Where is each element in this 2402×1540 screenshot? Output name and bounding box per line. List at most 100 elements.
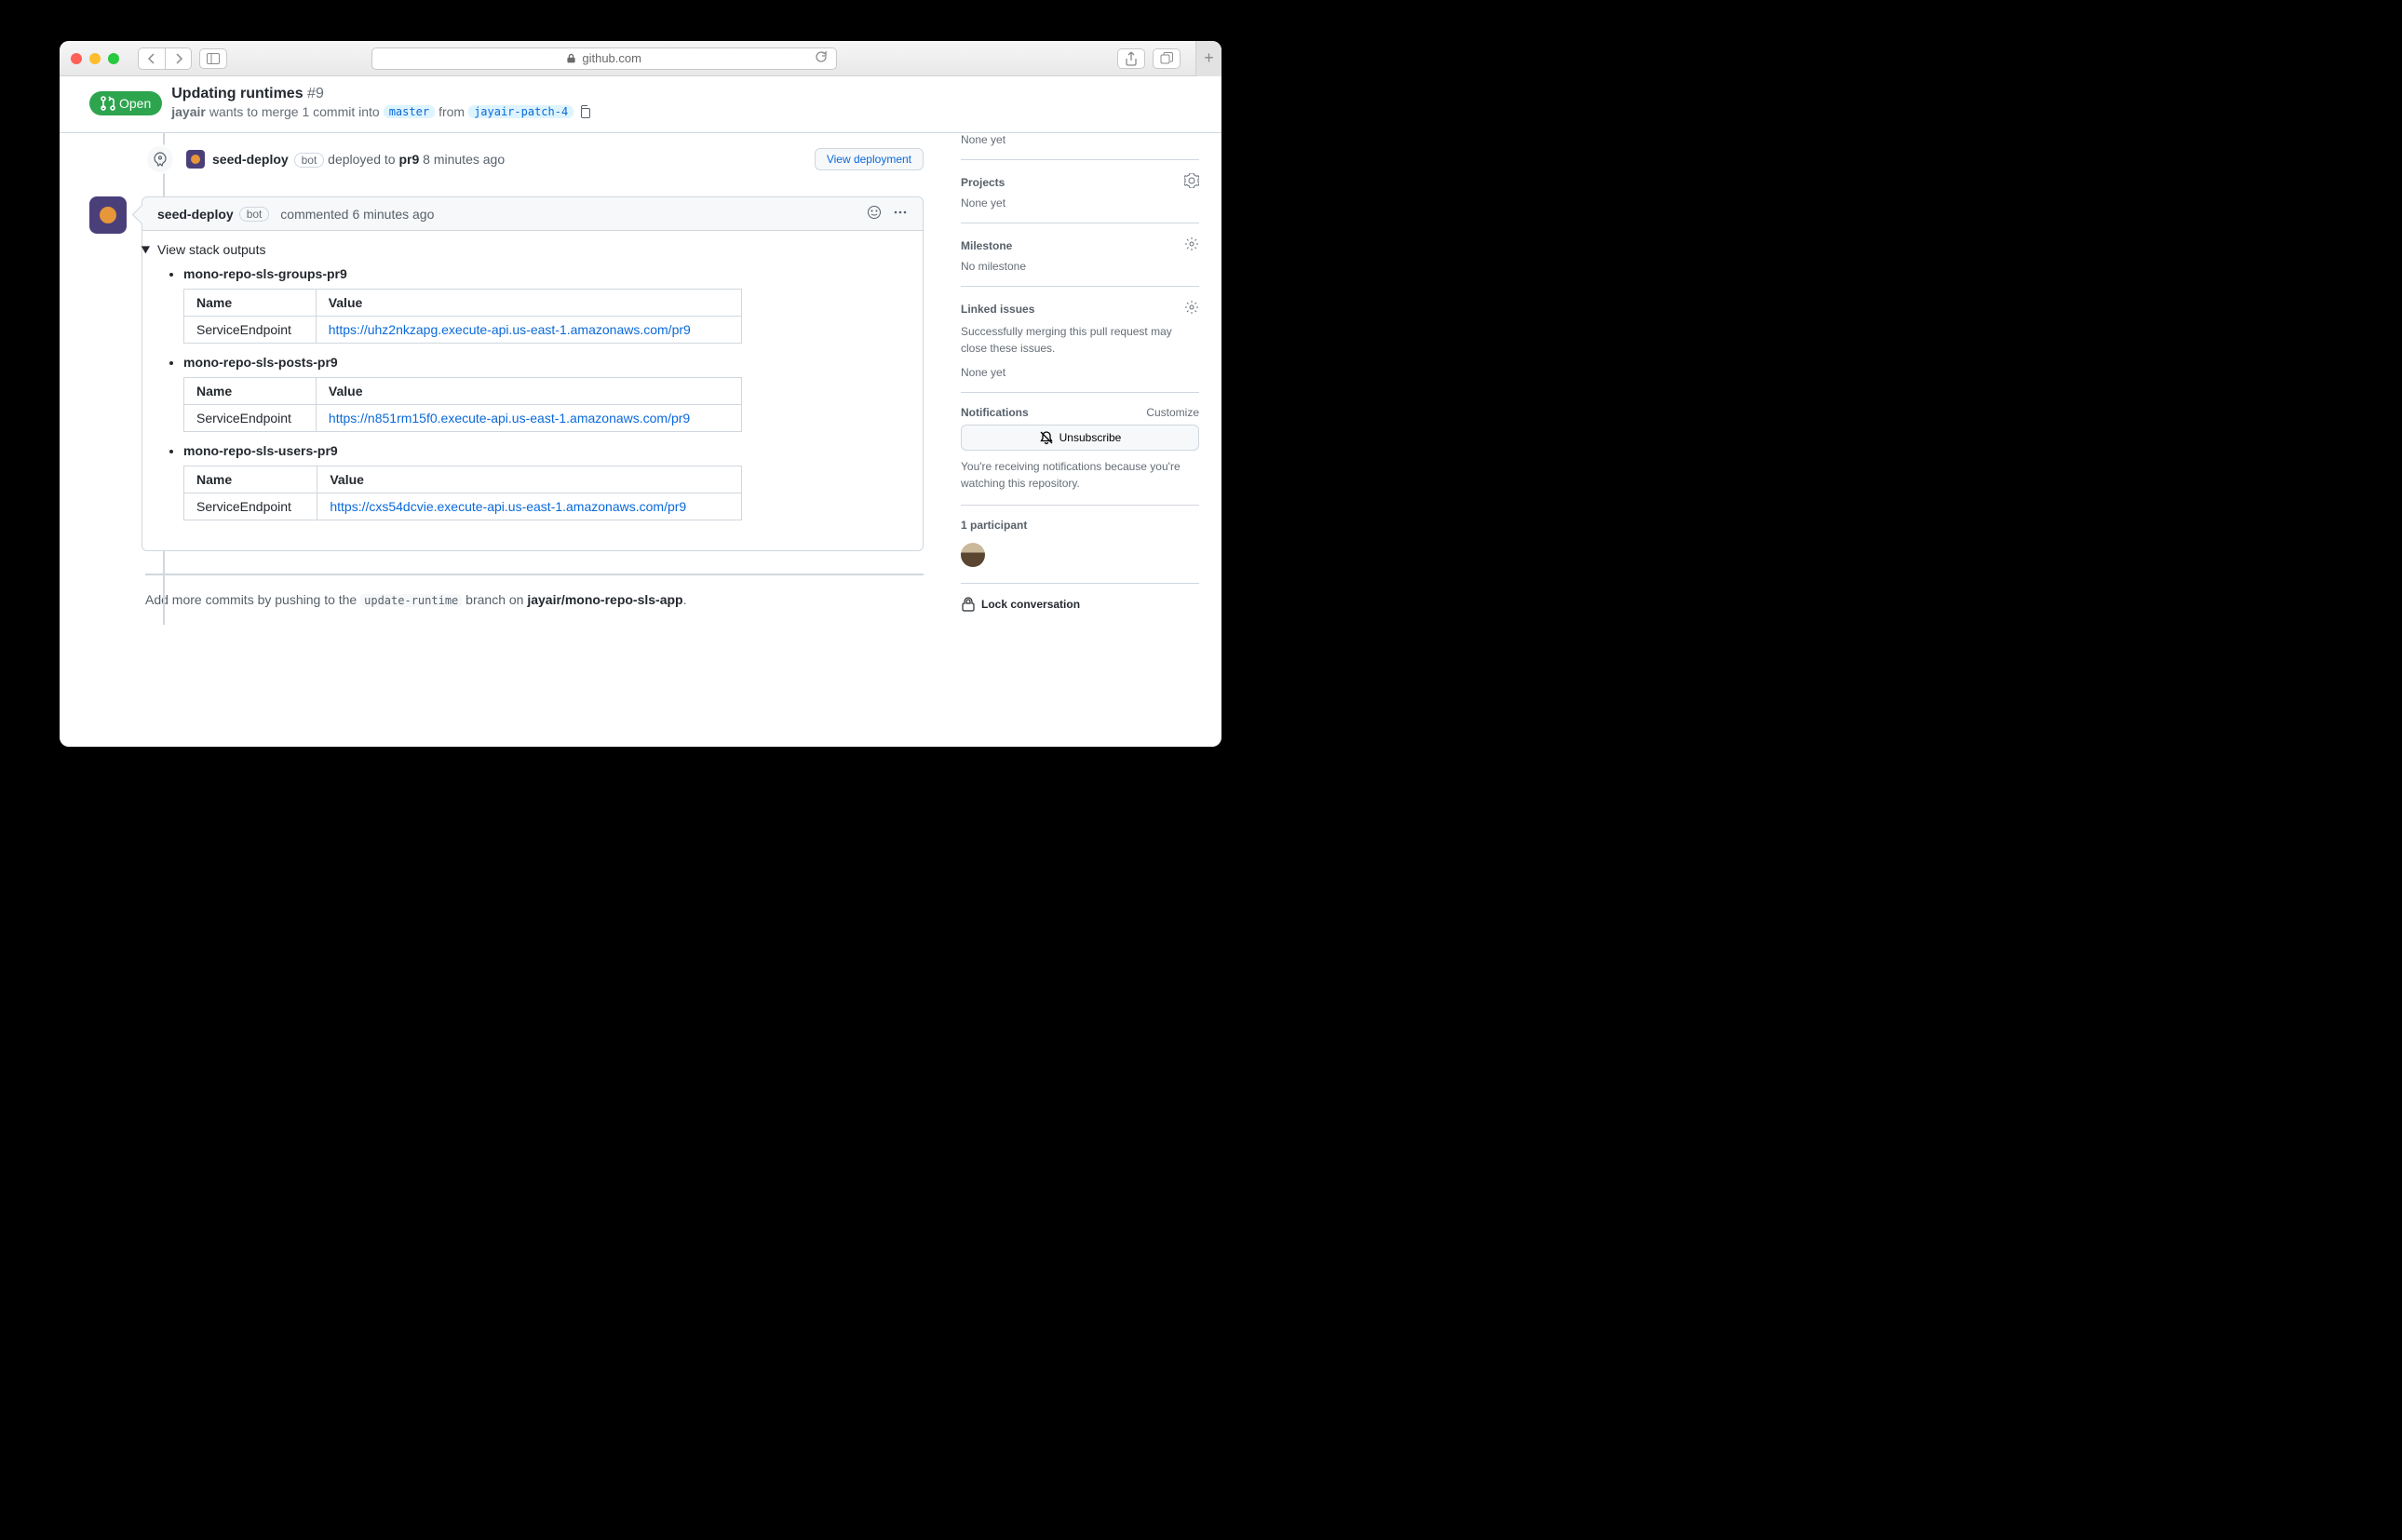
stack-item: mono-repo-sls-users-pr9 NameValue Servic… bbox=[183, 443, 908, 520]
col-name: Name bbox=[184, 290, 317, 317]
milestone-value: No milestone bbox=[961, 260, 1199, 273]
hint-middle: branch on bbox=[466, 592, 523, 607]
sidebar-toggle[interactable] bbox=[199, 48, 227, 69]
lock-conversation[interactable]: Lock conversation bbox=[961, 584, 1199, 625]
bell-slash-icon bbox=[1039, 430, 1054, 445]
output-link[interactable]: https://cxs54dcvie.execute-api.us-east-1… bbox=[330, 499, 686, 514]
pr-merge-phrase-2: from bbox=[439, 104, 465, 119]
gear-button[interactable] bbox=[1184, 236, 1199, 254]
deploy-target: pr9 bbox=[398, 152, 419, 167]
unsubscribe-button[interactable]: Unsubscribe bbox=[961, 425, 1199, 451]
pr-header: Open Updating runtimes #9 jayair wants t… bbox=[60, 76, 1221, 133]
comment-actor[interactable]: seed-deploy bbox=[157, 207, 234, 222]
notifications-label: Notifications bbox=[961, 406, 1029, 419]
smile-icon bbox=[867, 205, 882, 220]
stack-outputs-table: NameValue ServiceEndpointhttps://n851rm1… bbox=[183, 377, 742, 432]
participants-section: 1 participant bbox=[961, 506, 1199, 584]
linked-label[interactable]: Linked issues bbox=[961, 303, 1034, 316]
more-commits-hint: Add more commits by pushing to the updat… bbox=[145, 574, 924, 607]
customize-link[interactable]: Customize bbox=[1146, 406, 1199, 419]
titlebar: github.com + bbox=[60, 41, 1221, 76]
stack-outputs-summary[interactable]: View stack outputs bbox=[157, 242, 908, 257]
pr-merge-phrase-1: wants to merge 1 commit into bbox=[209, 104, 380, 119]
deploy-event: seed-deploy bot deployed to pr9 8 minute… bbox=[145, 133, 924, 185]
projects-value: None yet bbox=[961, 196, 1199, 209]
gear-button[interactable] bbox=[1184, 300, 1199, 317]
hint-branch: update-runtime bbox=[360, 594, 462, 607]
pr-title-row: Updating runtimes #9 bbox=[171, 86, 592, 102]
linked-value: None yet bbox=[961, 366, 1199, 379]
unsubscribe-label: Unsubscribe bbox=[1059, 431, 1122, 444]
view-deployment-button[interactable]: View deployment bbox=[815, 148, 924, 170]
col-name: Name bbox=[184, 466, 317, 493]
milestone-section: Milestone No milestone bbox=[961, 223, 1199, 287]
hint-repo: jayair/mono-repo-sls-app bbox=[527, 592, 682, 607]
browser-window: github.com + Open Updating runtimes bbox=[60, 41, 1221, 747]
output-name: ServiceEndpoint bbox=[184, 405, 317, 432]
base-branch-chip[interactable]: master bbox=[384, 105, 435, 118]
linked-issues-section: Linked issues Successfully merging this … bbox=[961, 287, 1199, 393]
comment-box: seed-deploy bot commented 6 minutes ago bbox=[142, 196, 924, 551]
pr-author[interactable]: jayair bbox=[171, 104, 206, 119]
head-branch-chip[interactable]: jayair-patch-4 bbox=[468, 105, 574, 118]
forward-button[interactable] bbox=[165, 48, 191, 69]
projects-label[interactable]: Projects bbox=[961, 176, 1005, 189]
window-close[interactable] bbox=[71, 53, 82, 64]
deploy-time: 8 minutes ago bbox=[423, 152, 505, 167]
linked-desc: Successfully merging this pull request m… bbox=[961, 323, 1199, 357]
hint-prefix: Add more commits by pushing to the bbox=[145, 592, 357, 607]
stack-outputs-table: NameValue ServiceEndpointhttps://uhz2nkz… bbox=[183, 289, 742, 344]
pr-title[interactable]: Updating runtimes bbox=[171, 86, 303, 101]
pr-state-text: Open bbox=[119, 96, 151, 111]
comment-header: seed-deploy bot commented 6 minutes ago bbox=[142, 197, 923, 231]
tabs-button[interactable] bbox=[1153, 48, 1181, 69]
page-content: Open Updating runtimes #9 jayair wants t… bbox=[60, 76, 1221, 747]
back-button[interactable] bbox=[139, 48, 165, 69]
projects-section: Projects None yet bbox=[961, 160, 1199, 223]
chevron-right-icon bbox=[171, 51, 186, 66]
stack-outputs-details: View stack outputs mono-repo-sls-groups-… bbox=[157, 242, 908, 520]
pr-number: #9 bbox=[307, 86, 324, 101]
rocket-icon bbox=[153, 152, 168, 167]
assignees-section: None yet bbox=[961, 133, 1199, 160]
event-actor[interactable]: seed-deploy bbox=[212, 152, 289, 167]
share-button[interactable] bbox=[1117, 48, 1145, 69]
assignees-value: None yet bbox=[961, 133, 1199, 146]
gear-button[interactable] bbox=[1184, 173, 1199, 191]
col-value: Value bbox=[317, 466, 742, 493]
reload-button[interactable] bbox=[814, 49, 829, 67]
gear-icon bbox=[1184, 173, 1199, 188]
kebab-menu-button[interactable] bbox=[893, 205, 908, 223]
bot-avatar-small[interactable] bbox=[186, 150, 205, 169]
output-link[interactable]: https://uhz2nkzapg.execute-api.us-east-1… bbox=[329, 322, 691, 337]
chevron-left-icon bbox=[144, 51, 159, 66]
pr-state-badge: Open bbox=[89, 91, 162, 115]
bot-avatar[interactable] bbox=[89, 196, 127, 234]
output-link[interactable]: https://n851rm15f0.execute-api.us-east-1… bbox=[329, 411, 690, 426]
lock-icon bbox=[961, 597, 976, 612]
output-name: ServiceEndpoint bbox=[184, 493, 317, 520]
notif-desc: You're receiving notifications because y… bbox=[961, 458, 1199, 492]
copy-branch-button[interactable] bbox=[577, 104, 592, 119]
kebab-icon bbox=[893, 205, 908, 220]
lock-label: Lock conversation bbox=[981, 598, 1080, 611]
new-tab-button[interactable]: + bbox=[1195, 41, 1221, 76]
milestone-label[interactable]: Milestone bbox=[961, 239, 1012, 252]
col-value: Value bbox=[316, 290, 741, 317]
hint-suffix: . bbox=[683, 592, 687, 607]
sidebar-icon bbox=[206, 51, 221, 66]
participant-avatar[interactable] bbox=[961, 543, 985, 567]
gear-icon bbox=[1184, 236, 1199, 251]
window-minimize[interactable] bbox=[89, 53, 101, 64]
comment-time[interactable]: 6 minutes ago bbox=[352, 207, 434, 222]
commented-label: commented bbox=[280, 207, 348, 222]
stack-outputs-table: NameValue ServiceEndpoint https://cxs54dc… bbox=[183, 466, 742, 520]
emoji-reaction-button[interactable] bbox=[867, 205, 882, 223]
notifications-section: Notifications Customize Unsubscribe You'… bbox=[961, 393, 1199, 506]
git-pull-request-icon bbox=[101, 96, 115, 111]
address-bar[interactable]: github.com bbox=[371, 47, 837, 70]
stack-name: mono-repo-sls-posts-pr9 bbox=[183, 355, 908, 370]
sidebar: None yet Projects None yet Milestone No … bbox=[946, 133, 1221, 625]
traffic-lights bbox=[71, 53, 119, 64]
window-maximize[interactable] bbox=[108, 53, 119, 64]
